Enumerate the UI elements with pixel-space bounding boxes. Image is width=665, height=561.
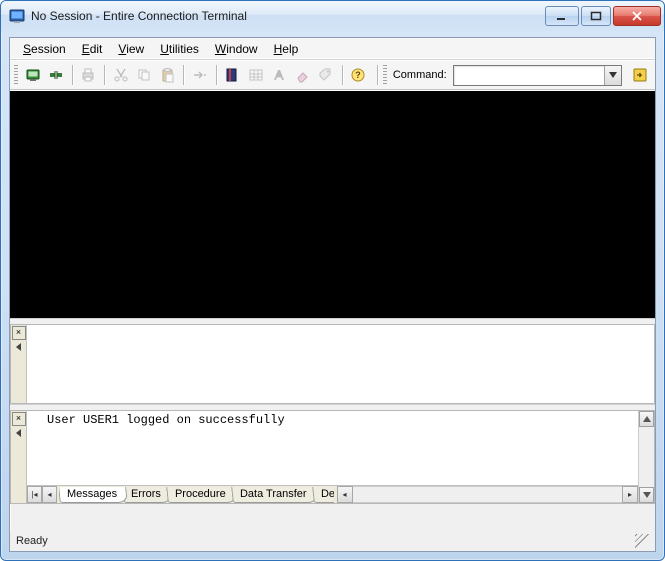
- application-window: No Session - Entire Connection Terminal …: [0, 0, 665, 561]
- panel-side: ×: [11, 325, 27, 403]
- hscroll-track[interactable]: [353, 486, 622, 503]
- tab-errors[interactable]: Errors: [122, 487, 172, 503]
- hscroll-right[interactable]: ▸: [622, 486, 638, 503]
- window-controls: [543, 6, 661, 26]
- resize-grip[interactable]: [635, 534, 649, 548]
- tab-procedure[interactable]: Procedure: [166, 487, 236, 503]
- maximize-button[interactable]: [581, 6, 611, 26]
- tab-messages[interactable]: Messages: [59, 487, 128, 503]
- tag-button[interactable]: [315, 64, 336, 86]
- cut-button[interactable]: [110, 64, 131, 86]
- scroll-up-button[interactable]: [639, 411, 654, 427]
- hscroll-left[interactable]: ◂: [337, 486, 353, 503]
- output-tabs-row: |◂ ◂ Messages Errors Procedure Data Tran…: [27, 485, 638, 503]
- terminal-view[interactable]: [10, 90, 655, 318]
- input-panel-content[interactable]: [27, 325, 654, 403]
- minimize-button[interactable]: [545, 6, 579, 26]
- transfer-button[interactable]: [189, 64, 210, 86]
- copy-button[interactable]: [133, 64, 154, 86]
- output-panel-content[interactable]: User USER1 logged on successfully: [43, 411, 638, 485]
- output-hscrollbar[interactable]: ◂ ▸: [337, 486, 638, 503]
- output-message: User USER1 logged on successfully: [47, 413, 285, 427]
- work-area: × × User USER1 logged on successfully: [10, 90, 655, 531]
- disconnect-button[interactable]: [45, 64, 66, 86]
- command-dropdown-button[interactable]: [604, 66, 621, 85]
- scroll-down-button[interactable]: [639, 487, 654, 503]
- menubar: Session Edit View Utilities Window Help: [10, 38, 655, 60]
- panel-side: ×: [11, 411, 27, 503]
- print-button[interactable]: [78, 64, 99, 86]
- tab-data-transfer[interactable]: Data Transfer: [231, 487, 317, 503]
- command-combobox[interactable]: [453, 65, 622, 86]
- font-button[interactable]: [268, 64, 289, 86]
- paste-button[interactable]: [157, 64, 178, 86]
- toolbar-separator: [183, 65, 184, 85]
- panel-collapse-icon[interactable]: [16, 343, 21, 351]
- statusbar: Ready: [10, 531, 655, 551]
- svg-text:?: ?: [356, 70, 362, 80]
- panel-close-button[interactable]: ×: [12, 326, 26, 340]
- connect-button[interactable]: [22, 64, 43, 86]
- tabs-nav-prev[interactable]: ◂: [42, 486, 57, 503]
- toolbar-grip[interactable]: [14, 65, 18, 85]
- client-area: Session Edit View Utilities Window Help: [9, 37, 656, 552]
- output-tabs: Messages Errors Procedure Data Transfer …: [59, 486, 334, 503]
- close-button[interactable]: [613, 6, 661, 26]
- status-text: Ready: [16, 535, 48, 547]
- menu-window[interactable]: Window: [208, 40, 265, 58]
- tool-book-button[interactable]: [222, 64, 243, 86]
- tool-table-button[interactable]: [245, 64, 266, 86]
- toolbar-separator: [72, 65, 73, 85]
- output-panel: × User USER1 logged on successfully |◂: [10, 410, 655, 504]
- command-label: Command:: [391, 69, 451, 81]
- toolbar-separator: [342, 65, 343, 85]
- execute-command-button[interactable]: [630, 64, 651, 86]
- panel-collapse-icon[interactable]: [16, 429, 21, 437]
- toolbar-separator: [377, 65, 378, 85]
- toolbar-grip[interactable]: [383, 65, 387, 85]
- help-button[interactable]: ?: [348, 64, 369, 86]
- input-panel: ×: [10, 324, 655, 404]
- menu-session[interactable]: Session: [16, 40, 73, 58]
- output-vscrollbar[interactable]: [638, 411, 654, 503]
- menu-help[interactable]: Help: [267, 40, 306, 58]
- window-title: No Session - Entire Connection Terminal: [31, 9, 543, 23]
- erase-button[interactable]: [292, 64, 313, 86]
- titlebar: No Session - Entire Connection Terminal: [1, 1, 664, 31]
- menu-edit[interactable]: Edit: [75, 40, 110, 58]
- panel-close-button[interactable]: ×: [12, 412, 26, 426]
- toolbar-separator: [216, 65, 217, 85]
- toolbar-separator: [104, 65, 105, 85]
- app-icon: [9, 8, 25, 24]
- menu-utilities[interactable]: Utilities: [153, 40, 206, 58]
- toolbar: ? Command:: [10, 60, 655, 90]
- tabs-nav-first[interactable]: |◂: [27, 486, 42, 503]
- menu-view[interactable]: View: [111, 40, 151, 58]
- command-input[interactable]: [454, 66, 604, 85]
- tab-truncated[interactable]: De: [312, 487, 334, 503]
